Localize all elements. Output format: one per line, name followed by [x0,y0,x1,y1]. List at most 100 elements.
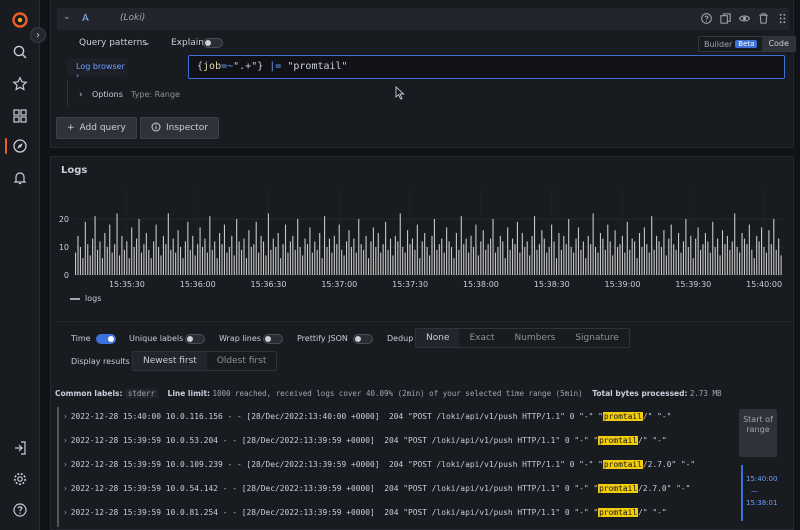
log-row[interactable]: › 2022-12-28 15:40:00 10.0.116.156 - - [2… [57,407,735,431]
expand-menu-chevron-icon[interactable]: › [30,27,46,43]
volume-bar [690,235,692,275]
dedup-option-signature[interactable]: Signature [565,329,628,347]
add-query-button[interactable]: + Add query [56,117,137,139]
grafana-logo-icon[interactable] [8,8,32,32]
volume-bar [421,241,423,275]
drag-handle-icon[interactable] [776,12,789,25]
log-browser-button[interactable]: Log browser › [67,58,127,80]
query-ref-id[interactable]: A [82,13,89,24]
time-toggle[interactable] [96,334,116,344]
volume-bar [734,213,736,275]
volume-bar [680,252,682,275]
gear-icon[interactable] [8,467,32,491]
volume-bar [175,252,177,275]
volume-bar [158,247,160,275]
chevron-right-icon[interactable]: › [63,436,68,445]
sort-oldest-first[interactable]: Oldest first [207,352,277,370]
wrap-lines-toggle[interactable] [263,334,283,344]
volume-bar [187,221,189,275]
chevron-right-icon[interactable]: › [63,484,68,493]
volume-bar [348,230,350,275]
volume-bar [99,241,101,275]
chevron-down-icon[interactable]: ⌄ [143,38,151,48]
dedup-option-exact[interactable]: Exact [459,329,504,347]
volume-bar [116,213,118,275]
volume-bar [470,235,472,275]
help-icon[interactable] [700,12,713,25]
alerting-bell-icon[interactable] [8,166,32,190]
y-tick-label: 0 [64,271,69,280]
range-navigator-bar[interactable] [741,465,743,521]
chevron-right-icon[interactable]: › [63,412,68,421]
eye-icon[interactable] [738,12,751,25]
volume-bar [84,221,86,275]
volume-bar [719,255,721,275]
log-row[interactable]: › 2022-12-28 15:39:59 10.0.53.204 - - [28… [57,431,735,455]
logql-query-input[interactable]: {job=~".+"} |= "promtail" [188,55,785,79]
volume-bar [509,249,511,275]
code-mode-button[interactable]: Code [762,37,795,51]
volume-bar [226,252,228,275]
volume-bar [343,255,345,275]
log-row[interactable]: › 2022-12-28 15:39:59 10.0.81.254 - - [28… [57,503,735,527]
query-patterns-dropdown[interactable]: Query patterns [79,38,147,48]
volume-bar [746,244,748,275]
logs-panel: Logs 0 10 20 15:35:30 15:36:00 15:36:30 15:37:… [50,156,794,530]
volume-bar [389,238,392,275]
duplicate-query-icon[interactable] [719,12,732,25]
volume-bar [333,235,335,275]
dedup-option-none[interactable]: None [416,329,460,347]
volume-bar [682,241,684,275]
volume-bar [521,233,523,275]
chevron-down-icon[interactable]: ⌄ [63,12,71,22]
volume-bar [194,255,196,275]
volume-bar [685,219,687,275]
chevron-right-icon[interactable]: › [63,508,68,517]
trash-icon[interactable] [757,12,770,25]
search-icon[interactable] [8,40,32,64]
volume-bar [458,249,460,275]
volume-bar [426,247,428,275]
explain-toggle[interactable] [203,38,223,48]
volume-bar [448,241,450,275]
logs-controls: Time Unique labels Wrap lines Prettify J… [57,321,791,375]
volume-bar [634,241,636,275]
volume-bar [692,258,694,275]
volume-bar [363,249,365,275]
help-icon[interactable] [8,498,32,522]
unique-labels-toggle[interactable] [185,334,205,344]
prettify-json-toggle[interactable] [353,334,373,344]
volume-bar [570,247,572,275]
volume-bar [360,244,362,275]
volume-bar [731,241,733,275]
legend-label-logs[interactable]: logs [85,294,101,303]
volume-bar [443,252,445,275]
query-datasource-name: (Loki) [120,13,146,23]
explore-icon[interactable] [8,134,32,158]
volume-bar [382,244,384,275]
sign-in-icon[interactable] [8,436,32,460]
volume-bar [136,238,138,275]
log-row[interactable]: › 2022-12-28 15:39:59 10.0.109.239 - - [2… [57,455,735,479]
volume-bar [262,241,265,275]
sort-newest-first[interactable]: Newest first [133,352,207,370]
builder-mode-button[interactable]: Builder Beta [699,37,762,51]
volume-bar [165,244,167,275]
star-icon[interactable] [8,72,32,96]
options-toggle[interactable]: Options [92,90,123,99]
chevron-right-icon[interactable]: › [63,460,68,469]
volume-bar [624,252,626,275]
volume-bar [311,252,313,275]
dashboards-icon[interactable] [8,104,32,128]
start-of-range-button[interactable]: Start of range [739,409,777,457]
log-row[interactable]: › 2022-12-28 15:39:59 10.0.54.142 - - [28… [57,479,735,503]
volume-bar [414,249,416,275]
volume-bar [128,258,130,275]
x-tick-label: 15:39:00 [605,280,641,289]
volume-bar [304,238,306,275]
dedup-option-numbers[interactable]: Numbers [505,329,566,347]
chevron-right-icon[interactable]: › [79,90,83,100]
inspector-button[interactable]: Inspector [140,117,219,139]
volume-bar [670,224,672,275]
common-labels-value: stderr [124,389,158,398]
